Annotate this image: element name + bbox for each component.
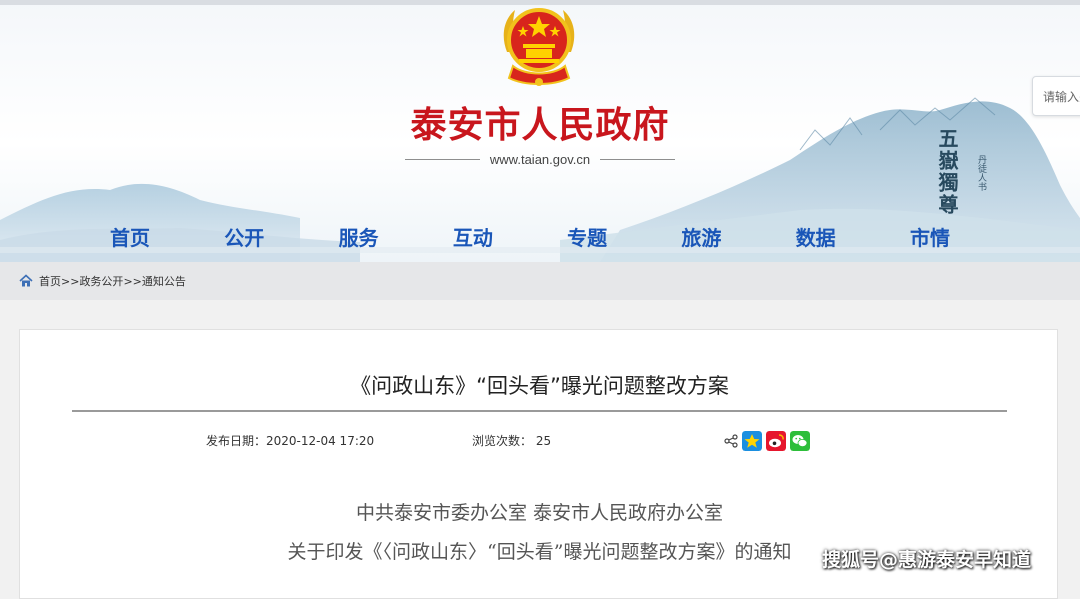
breadcrumb-item-public-affairs[interactable]: 政务公开 — [79, 273, 123, 289]
share-bar — [724, 431, 810, 451]
document-issuer: 中共泰安市委办公室 泰安市人民政府办公室 — [355, 502, 724, 524]
breadcrumb-item-home[interactable]: 首页 — [39, 273, 61, 289]
national-emblem-icon — [503, 8, 575, 86]
divider-line-left — [405, 158, 480, 160]
nav-item-public[interactable]: 公开 — [187, 222, 301, 254]
breadcrumb-item-notices[interactable]: 通知公告 — [142, 273, 186, 289]
site-url: www.taian.gov.cn — [489, 151, 591, 167]
nav-item-tourism[interactable]: 旅游 — [644, 222, 758, 254]
wechat-icon[interactable] — [790, 431, 810, 451]
share-icon[interactable] — [724, 434, 738, 448]
calligraphy-signature: 丹徒人书 — [976, 155, 986, 191]
calligraphy-inscription: 五嶽獨尊 — [935, 128, 959, 216]
search-input[interactable]: 请输入关 — [1032, 76, 1080, 116]
weibo-icon[interactable] — [766, 431, 786, 451]
breadcrumb-separator: >> — [123, 274, 142, 288]
main-nav: 首页 公开 服务 互动 专题 旅游 数据 市情 — [73, 222, 987, 254]
site-header: 泰安市人民政府 www.taian.gov.cn 五嶽獨尊 丹徒人书 请输入关 … — [0, 0, 1080, 262]
article-title: 《问政山东》“回头看”曝光问题整改方案 — [350, 374, 729, 398]
nav-item-home[interactable]: 首页 — [73, 222, 187, 254]
qzone-icon[interactable] — [742, 431, 762, 451]
site-title: 泰安市人民政府 — [410, 104, 670, 146]
nav-item-service[interactable]: 服务 — [302, 222, 416, 254]
publish-date: 发布日期：2020-12-04 17:20 — [206, 434, 375, 448]
nav-item-interaction[interactable]: 互动 — [416, 222, 530, 254]
title-divider — [72, 410, 1007, 412]
breadcrumb-separator: >> — [61, 274, 80, 288]
nav-item-city-info[interactable]: 市情 — [873, 222, 987, 254]
site-url-row: www.taian.gov.cn — [405, 150, 676, 168]
divider-line-right — [600, 158, 676, 160]
home-icon — [19, 274, 33, 287]
nav-item-data[interactable]: 数据 — [759, 222, 873, 254]
nav-item-topics[interactable]: 专题 — [530, 222, 644, 254]
breadcrumb: 首页 >> 政务公开 >> 通知公告 — [0, 262, 1080, 300]
view-count: 浏览次数： 25 — [472, 434, 552, 448]
watermark-text: 搜狐号@惠游泰安早知道 — [822, 549, 1032, 571]
